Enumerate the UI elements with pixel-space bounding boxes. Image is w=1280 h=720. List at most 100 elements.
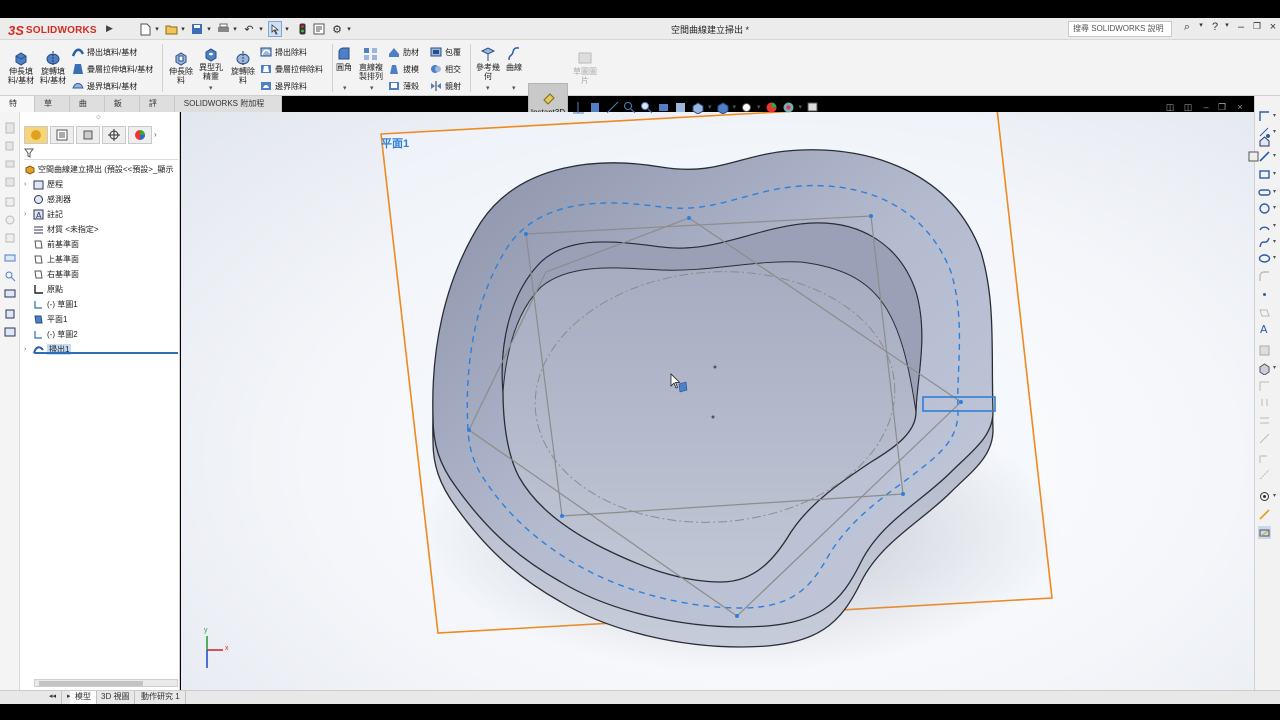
measure-icon[interactable] [4, 252, 16, 264]
apply-scene-icon[interactable] [782, 101, 795, 114]
point-icon[interactable] [1258, 288, 1271, 301]
shape-icon[interactable] [4, 214, 16, 226]
sketch-picture-button[interactable]: 草圖圖片 [570, 50, 600, 85]
spline-icon[interactable] [1258, 236, 1271, 249]
sketch-vertex[interactable] [560, 514, 564, 518]
configuration-manager-tab[interactable] [76, 126, 100, 144]
undo-icon[interactable]: ↶ [242, 21, 256, 37]
sketch-vertex[interactable] [959, 400, 963, 404]
tree-horizontal-scrollbar[interactable] [34, 679, 178, 687]
open-folder-icon[interactable] [164, 21, 178, 37]
draft-button[interactable]: 拔模 [388, 62, 419, 76]
dimxpert-manager-tab[interactable] [102, 126, 126, 144]
file-properties-icon[interactable] [312, 21, 326, 37]
fillet-dropdown-icon[interactable]: ▾ [343, 84, 347, 92]
tree-item-annotations[interactable]: › A 註記 [24, 207, 63, 221]
save-dropdown-icon[interactable]: ▾ [206, 21, 212, 37]
sketch-vertex[interactable] [735, 614, 739, 618]
sketch-vertex[interactable] [524, 232, 528, 236]
extrude-boss-button[interactable]: 伸長填料/基材 [4, 50, 38, 85]
zoom-in-icon[interactable] [623, 101, 636, 114]
home-icon[interactable] [1258, 134, 1271, 147]
tree-item-plane1[interactable]: 平面1 [24, 312, 67, 326]
swept-cut-button[interactable]: 掃出除料 [260, 45, 307, 59]
tree-filter[interactable] [24, 148, 178, 160]
tab-3d-views[interactable]: 3D 視圖 [96, 691, 136, 704]
hide-show-dropdown-icon[interactable]: ▾ [757, 103, 761, 111]
new-dropdown-icon[interactable]: ▾ [154, 21, 160, 37]
zoom-area-icon[interactable] [640, 101, 653, 114]
viewport-restore-icon[interactable]: ❐ [1216, 101, 1228, 113]
centerline-icon[interactable] [1258, 468, 1271, 481]
tab-sketch[interactable]: 草圖 [34, 96, 70, 123]
dynamic-annotation-icon[interactable] [674, 101, 687, 114]
options-gear-icon[interactable]: ⚙ [330, 21, 344, 37]
extrude-cut-button[interactable]: 伸長除料 [166, 50, 196, 85]
select-dropdown-icon[interactable]: ▾ [284, 21, 290, 37]
circle-icon[interactable] [1258, 202, 1271, 215]
mirror-sketch-icon[interactable] [1258, 396, 1271, 409]
intersect-button[interactable]: 相交 [430, 62, 461, 76]
sketch-vertex[interactable] [869, 214, 873, 218]
panel-grip-icon[interactable]: ⬦ [96, 114, 101, 122]
tree-item-material[interactable]: 材質 <未指定> [24, 222, 99, 236]
help-dropdown-icon[interactable]: ▾ [1220, 21, 1234, 37]
feature-manager-tab[interactable] [24, 126, 48, 144]
tab-evaluate[interactable]: 評估 [139, 96, 175, 123]
save-icon[interactable] [190, 21, 204, 37]
restore-icon[interactable]: ❐ [1250, 21, 1264, 37]
sketch-point[interactable] [713, 365, 717, 369]
convert-entities-icon[interactable] [1258, 344, 1271, 357]
rebuild-traffic-light-icon[interactable] [296, 21, 308, 37]
shell-button[interactable]: 薄殼 [388, 79, 419, 93]
move-entities-icon[interactable] [1258, 432, 1271, 445]
property-manager-tab[interactable] [50, 126, 74, 144]
search-icon[interactable]: ⌕ [1180, 21, 1194, 37]
tree-item-sensors[interactable]: 感測器 [24, 192, 71, 206]
tab-surfaces[interactable]: 曲面 [69, 96, 105, 123]
linear-pattern-button[interactable]: 直線複製排列 [356, 46, 386, 81]
menu-expand-arrow-icon[interactable]: ▶ [106, 23, 116, 35]
hole-wizard-button[interactable]: 異型孔精靈 [196, 46, 226, 81]
corner-rectangle-icon[interactable] [1258, 110, 1271, 123]
offset-entities-icon[interactable] [1258, 362, 1271, 375]
help-search-input[interactable]: 搜尋 SOLIDWORKS 說明 [1068, 21, 1172, 37]
design-library-icon[interactable] [1247, 150, 1260, 163]
print-dropdown-icon[interactable]: ▾ [232, 21, 238, 37]
expand-arrow-icon[interactable]: › [24, 211, 30, 218]
tree-item-sketch1[interactable]: (-) 草圖1 [24, 297, 78, 311]
tab-motion-study-1[interactable]: 動作研究 1 [136, 691, 186, 704]
tab-addins[interactable]: SOLIDWORKS 附加程式 [174, 96, 282, 123]
tree-item-origin[interactable]: 原點 [24, 282, 63, 296]
sketch-vertex[interactable] [687, 216, 691, 220]
view-orientation-icon[interactable] [691, 101, 704, 114]
tab-features[interactable]: 特徵 [0, 96, 35, 123]
zoom-icon[interactable] [4, 270, 16, 282]
mirror-button[interactable]: 鏡射 [430, 79, 461, 93]
quick-snaps-icon[interactable] [1258, 508, 1271, 521]
note-icon[interactable] [4, 176, 16, 188]
tab-sheet-metal[interactable]: 鈑金 [104, 96, 140, 123]
tab-scroll-first-icon[interactable]: ◂◂ [44, 691, 63, 704]
fillet-sketch-icon[interactable] [1258, 270, 1271, 283]
swept-boss-button[interactable]: 掃出填料/基材 [72, 45, 137, 59]
open-dropdown-icon[interactable]: ▾ [180, 21, 186, 37]
document-icon[interactable] [4, 122, 16, 134]
minimize-icon[interactable]: – [1234, 21, 1248, 37]
lofted-cut-button[interactable]: 疊層拉伸除料 [260, 62, 323, 76]
display-style-dropdown-icon[interactable]: ▾ [733, 103, 737, 111]
reference-dropdown-icon[interactable]: ▾ [486, 84, 490, 92]
select-cursor-icon[interactable] [268, 21, 282, 37]
arc-icon[interactable] [1258, 220, 1271, 233]
sketch-point[interactable] [711, 415, 715, 419]
graphics-area[interactable]: 平面1 x y [181, 112, 1254, 690]
plane-sketch-icon[interactable] [1258, 306, 1271, 319]
section-view-icon[interactable] [657, 101, 670, 114]
trim-icon[interactable] [1258, 380, 1271, 393]
new-document-icon[interactable] [138, 21, 152, 37]
tree-item-history[interactable]: › 歷程 [24, 177, 63, 191]
reference-geometry-button[interactable]: 參考幾何 [474, 46, 502, 81]
curves-button[interactable]: 曲線 [502, 46, 526, 72]
linear-sketch-pattern-icon[interactable] [1258, 414, 1271, 427]
ellipse-icon[interactable] [1258, 252, 1271, 265]
